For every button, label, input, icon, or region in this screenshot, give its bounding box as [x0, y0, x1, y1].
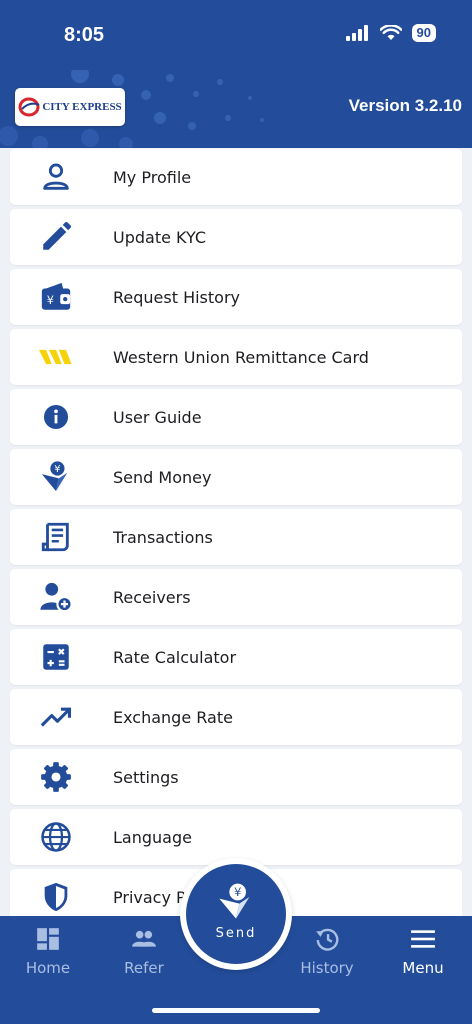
menu-label: My Profile — [113, 167, 192, 187]
logo-mark-icon — [18, 97, 40, 117]
menu-label: User Guide — [113, 407, 202, 427]
battery-indicator: 90 — [411, 24, 436, 42]
menu-item-my-profile[interactable]: My Profile — [10, 149, 462, 205]
western-union-icon — [39, 349, 72, 365]
shield-icon — [44, 882, 68, 912]
nav-history-label: History — [300, 959, 354, 977]
trending-up-icon — [40, 707, 72, 727]
menu-label: Send Money — [113, 467, 212, 487]
menu-item-receivers[interactable]: Receivers — [10, 569, 462, 625]
svg-text:¥: ¥ — [234, 885, 241, 899]
svg-text:¥: ¥ — [47, 293, 54, 307]
globe-icon — [41, 822, 71, 852]
nav-home[interactable]: Home — [3, 926, 93, 977]
app-header: CITY EXPRESS Version 3.2.10 — [0, 70, 472, 148]
menu-item-western-union[interactable]: Western Union Remittance Card — [10, 329, 462, 385]
menu-label: Settings — [113, 767, 179, 787]
wifi-icon — [379, 25, 402, 40]
nav-menu-label: Menu — [402, 959, 444, 977]
add-user-icon — [40, 582, 73, 613]
gear-icon — [41, 762, 71, 792]
menu-item-rate-calculator[interactable]: Rate Calculator — [10, 629, 462, 685]
menu-label: Update KYC — [113, 227, 207, 247]
send-button[interactable]: ¥ Send — [186, 864, 286, 964]
user-icon — [43, 163, 69, 190]
menu-label: Exchange Rate — [113, 707, 233, 727]
menu-label: Western Union Remittance Card — [113, 347, 369, 367]
send-money-icon: ¥ — [41, 461, 68, 492]
menu-label: Rate Calculator — [113, 647, 237, 667]
status-bar: 8:05 90 — [0, 0, 472, 70]
menu-item-language[interactable]: Language — [10, 809, 462, 865]
info-icon — [43, 404, 69, 430]
menu-item-settings[interactable]: Settings — [10, 749, 462, 805]
home-indicator — [152, 1008, 320, 1013]
group-icon — [132, 930, 156, 947]
svg-text:¥: ¥ — [54, 464, 60, 475]
menu-label: Receivers — [113, 587, 191, 607]
receipt-icon — [41, 522, 69, 552]
hamburger-menu-icon — [411, 930, 435, 948]
signal-icon — [345, 25, 368, 41]
menu-item-request-history[interactable]: ¥ Request History — [10, 269, 462, 325]
nav-menu[interactable]: Menu — [378, 926, 468, 977]
send-money-icon: ¥ — [219, 883, 250, 919]
version-label: Version 3.2.10 — [348, 96, 462, 115]
menu-item-transactions[interactable]: Transactions — [10, 509, 462, 565]
status-time: 8:05 — [64, 24, 105, 46]
menu-item-update-kyc[interactable]: Update KYC — [10, 209, 462, 265]
send-button-frame: ¥ Send — [180, 858, 292, 970]
history-icon — [316, 928, 339, 951]
menu-list: My Profile Update KYC ¥ Request History — [10, 149, 462, 929]
nav-refer[interactable]: Refer — [99, 926, 189, 977]
city-express-logo: CITY EXPRESS — [15, 88, 125, 126]
menu-label: Request History — [113, 287, 240, 307]
send-button-label: Send — [215, 926, 257, 941]
status-icons: 90 — [345, 24, 436, 42]
calculator-icon — [43, 644, 69, 670]
menu-label: Language — [113, 827, 192, 847]
menu-item-user-guide[interactable]: User Guide — [10, 389, 462, 445]
menu-item-send-money[interactable]: ¥ Send Money — [10, 449, 462, 505]
dashboard-icon — [37, 928, 59, 950]
logo-text: CITY EXPRESS — [42, 101, 122, 113]
pencil-icon — [43, 222, 71, 250]
nav-refer-label: Refer — [124, 959, 164, 977]
menu-label: Transactions — [113, 527, 213, 547]
nav-history[interactable]: History — [282, 926, 372, 977]
wallet-yen-icon: ¥ — [41, 282, 71, 310]
menu-item-exchange-rate[interactable]: Exchange Rate — [10, 689, 462, 745]
nav-home-label: Home — [25, 959, 71, 977]
